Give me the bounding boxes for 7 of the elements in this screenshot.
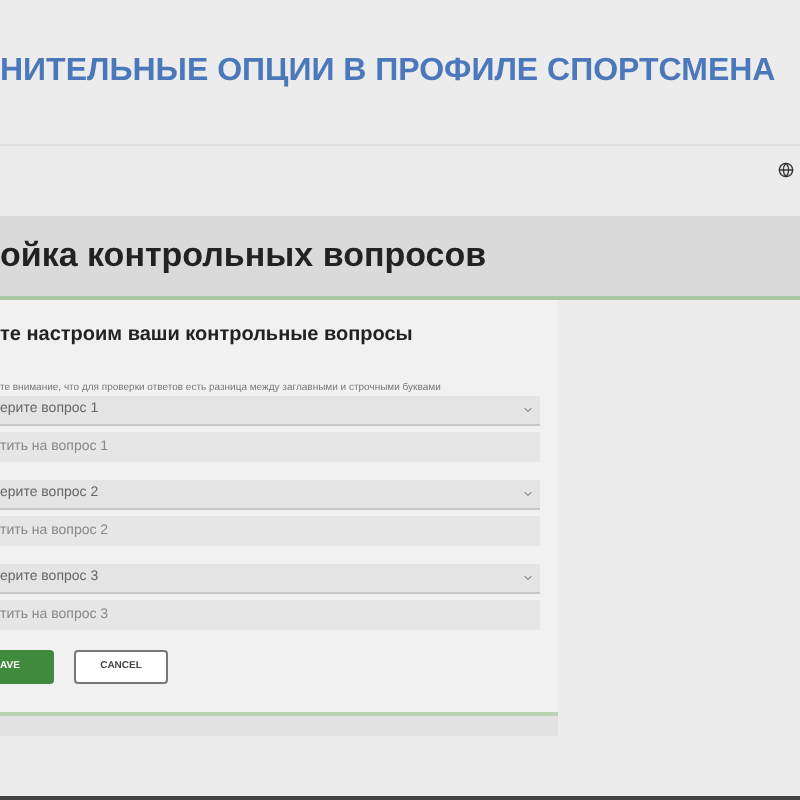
page-heading: ойка контрольных вопросов — [0, 234, 487, 279]
slide-title: НИТЕЛЬНЫЕ ОПЦИИ В ПРОФИЛЕ СПОРТСМЕНА — [0, 56, 776, 88]
chevron-icon — [522, 404, 534, 416]
chevron-icon — [522, 572, 534, 584]
chevron-icon — [522, 488, 534, 500]
form-subtitle: те настроим ваши контрольные вопросы — [0, 322, 415, 350]
globe-icon[interactable] — [778, 162, 794, 178]
